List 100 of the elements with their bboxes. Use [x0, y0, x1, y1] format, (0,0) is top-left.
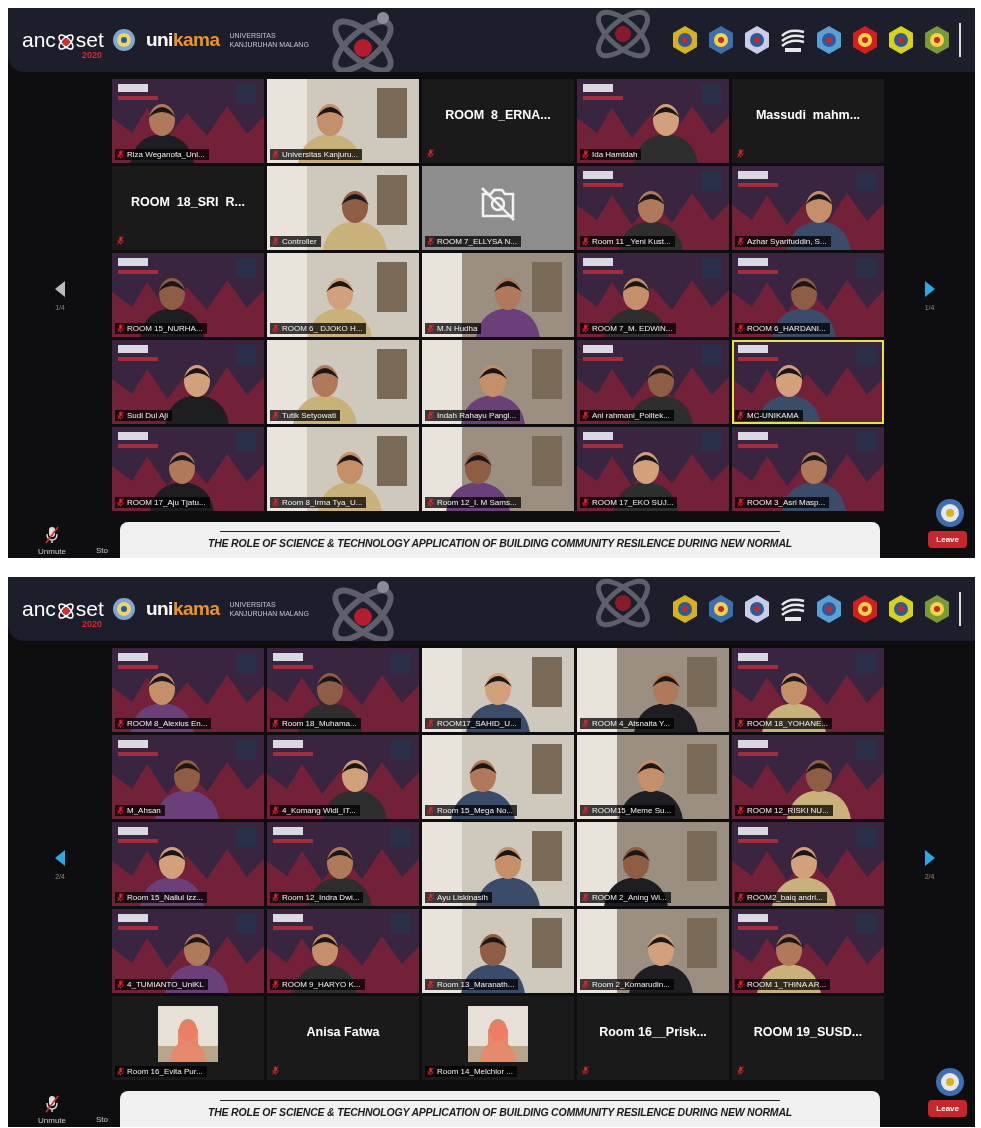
unmute-button[interactable]: Unmute: [38, 526, 66, 556]
video-tile[interactable]: ROOM 6_HARDANI...: [732, 253, 884, 337]
video-tile[interactable]: ROOM 8_Alexius En...: [112, 648, 264, 732]
video-tile[interactable]: Massudi mahm...: [732, 79, 884, 163]
video-tile[interactable]: ROOM17_SAHID_U...: [422, 648, 574, 732]
leave-button[interactable]: Leave: [928, 1100, 967, 1117]
participant-name: ROOM 4_Atsnaita Y...: [592, 719, 670, 728]
video-tile[interactable]: Riza Weganofa_Uni...: [112, 79, 264, 163]
participant-name: Universitas Kanjuru...: [282, 150, 359, 159]
video-tile[interactable]: ROOM 7_ELLYSA N...: [422, 166, 574, 250]
video-tile[interactable]: Room 15_Mega No...: [422, 735, 574, 819]
muted-mic-icon: [45, 1095, 59, 1113]
participant-name: M_Ahsan: [127, 806, 161, 815]
video-tile[interactable]: ROOM 12_RISKI NU...: [732, 735, 884, 819]
participant-name: ROOM 7_M. EDWIN...: [592, 324, 673, 333]
emblem-icon: [707, 24, 735, 56]
video-tile[interactable]: Anisa Fatwa: [267, 996, 419, 1080]
video-tile[interactable]: Room 11 _Yeni Kust...: [577, 166, 729, 250]
video-tile[interactable]: ROOM 1_THINA AR...: [732, 909, 884, 993]
video-tile[interactable]: Room 18_Muhama...: [267, 648, 419, 732]
previous-page-arrow[interactable]: [54, 848, 66, 867]
video-tile[interactable]: Room 8_Irma Tya_U...: [267, 427, 419, 511]
muted-mic-icon: [272, 324, 279, 333]
video-tile[interactable]: Room 14_Melchior ...: [422, 996, 574, 1080]
video-tile[interactable]: ROOM 17_Aju Tjatu...: [112, 427, 264, 511]
muted-mic-icon: [582, 411, 589, 420]
video-tile[interactable]: ROOM 15_NURHA...: [112, 253, 264, 337]
participant-name: ROOM 19_SUSD...: [753, 1025, 863, 1039]
participant-name: ROOM 1_THINA AR...: [747, 980, 827, 989]
video-tile[interactable]: ROOM 17_EKO SUJ...: [577, 427, 729, 511]
video-tile[interactable]: Room 2_Komarudin...: [577, 909, 729, 993]
muted-mic-icon: [272, 150, 279, 159]
video-tile[interactable]: ROOM 7_M. EDWIN...: [577, 253, 729, 337]
stop-video-label[interactable]: Sto: [96, 1115, 108, 1124]
previous-page-arrow[interactable]: [54, 279, 66, 298]
video-tile[interactable]: ROOM 8_ERNA...: [422, 79, 574, 163]
participant-name: ROOM 2_Aning Wi...: [592, 893, 667, 902]
video-tile[interactable]: 4_Komang Widi_IT...: [267, 735, 419, 819]
muted-mic-icon: [427, 719, 434, 728]
video-tile[interactable]: Room 15_Nailul Izz...: [112, 822, 264, 906]
video-tile[interactable]: Azhar Syarifuddin, S...: [732, 166, 884, 250]
stop-video-label[interactable]: Sto: [96, 546, 108, 555]
unmute-button[interactable]: Unmute: [38, 1095, 66, 1125]
participant-name: ROOM 8_ERNA...: [445, 108, 551, 122]
video-tile[interactable]: M.N Hudha: [422, 253, 574, 337]
participant-name: Ayu Liskinasih: [437, 893, 488, 902]
video-tile[interactable]: Room 16_Evita Pur...: [112, 996, 264, 1080]
video-tile[interactable]: Ani rahmani_Politek...: [577, 340, 729, 424]
leave-button[interactable]: Leave: [928, 531, 967, 548]
video-tile[interactable]: Indah Rahayu Pangl...: [422, 340, 574, 424]
video-tile[interactable]: Room 13_Maranath...: [422, 909, 574, 993]
participant-name: Azhar Syarifuddin, S...: [747, 237, 827, 246]
muted-mic-icon: [272, 806, 279, 815]
video-tile[interactable]: Ida Hamidah: [577, 79, 729, 163]
video-tile[interactable]: ROOM15_Meme Su...: [577, 735, 729, 819]
muted-mic-icon: [737, 806, 744, 815]
video-tile[interactable]: ROOM 18_SRI R...: [112, 166, 264, 250]
video-tile[interactable]: Universitas Kanjuru...: [267, 79, 419, 163]
muted-mic-icon: [737, 893, 744, 902]
participant-name: Room 13_Maranath...: [437, 980, 515, 989]
video-tile[interactable]: Room 12_I. M Sams...: [422, 427, 574, 511]
participant-name: Ani rahmani_Politek...: [592, 411, 670, 420]
video-tile[interactable]: ROOM 9_HARYO K...: [267, 909, 419, 993]
video-tile[interactable]: 4_TUMIANTO_UniKL: [112, 909, 264, 993]
video-tile[interactable]: ROOM 4_Atsnaita Y...: [577, 648, 729, 732]
muted-mic-icon: [117, 236, 124, 245]
muted-mic-icon: [582, 893, 589, 902]
video-tile[interactable]: Ayu Liskinasih: [422, 822, 574, 906]
video-tile[interactable]: ROOM 19_SUSD...: [732, 996, 884, 1080]
video-tile[interactable]: Room 12_Indra Dwi...: [267, 822, 419, 906]
atom-icon: [55, 601, 76, 621]
video-tile[interactable]: ROOM 3_Asri Masp...: [732, 427, 884, 511]
video-tile[interactable]: ROOM 6_ DJOKO H...: [267, 253, 419, 337]
emblem-icon: [815, 24, 843, 56]
participant-name: Anisa Fatwa: [306, 1025, 380, 1039]
participant-name: ROOM 8_Alexius En...: [127, 719, 208, 728]
video-tile[interactable]: Tutik Setyowati: [267, 340, 419, 424]
participant-name: Room 16_Evita Pur...: [127, 1067, 203, 1076]
video-tile[interactable]: Room 16__Prisk...: [577, 996, 729, 1080]
participant-name: Sudi Dul Aji: [127, 411, 168, 420]
muted-mic-icon: [272, 1066, 279, 1075]
video-tile[interactable]: ROOM2_baiq andri...: [732, 822, 884, 906]
logo-text: set: [75, 28, 104, 52]
next-page-arrow[interactable]: [923, 848, 936, 867]
muted-mic-icon: [737, 237, 744, 246]
video-tile[interactable]: M_Ahsan: [112, 735, 264, 819]
video-tile[interactable]: ROOM 18_YOHANE...: [732, 648, 884, 732]
muted-mic-icon: [582, 498, 589, 507]
next-page-arrow[interactable]: [923, 279, 936, 298]
video-tile[interactable]: Sudi Dul Aji: [112, 340, 264, 424]
video-tile[interactable]: ROOM 2_Aning Wi...: [577, 822, 729, 906]
muted-mic-icon: [737, 149, 744, 158]
video-tile[interactable]: Controller: [267, 166, 419, 250]
video-tile[interactable]: MC-UNIKAMA: [732, 340, 884, 424]
muted-mic-icon: [427, 411, 434, 420]
university-seal-icon: [935, 498, 965, 528]
emblem-icon: [923, 24, 951, 56]
participant-name: ROOM 18_YOHANE...: [747, 719, 828, 728]
participant-name: Room 18_Muhama...: [282, 719, 357, 728]
participant-name: ROOM 9_HARYO K...: [282, 980, 361, 989]
